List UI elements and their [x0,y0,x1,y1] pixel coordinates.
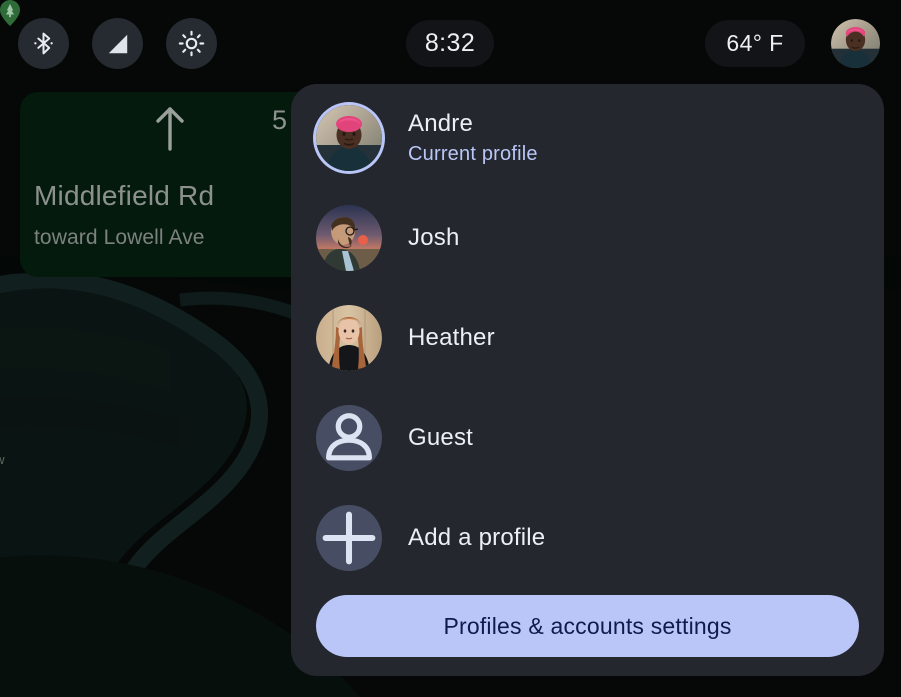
avatar-josh [316,205,382,271]
avatar-andre [316,105,382,171]
profile-text-heather: Heather [408,323,495,353]
brightness-icon [178,30,205,57]
profile-text-josh: Josh [408,223,460,253]
profile-name: Josh [408,224,460,251]
person-icon [326,413,372,461]
profile-text-guest: Guest [408,423,473,453]
temperature[interactable]: 64° F [705,20,805,67]
profile-name: Add a profile [408,524,546,551]
avatar-add-profile [316,505,382,571]
plus-icon [322,511,376,565]
profile-text-andre: Andre Current profile [408,109,538,167]
clock[interactable]: 8:32 [406,20,494,67]
profiles-accounts-settings-button[interactable]: Profiles & accounts settings [316,595,859,657]
navigation-distance: 5 [272,105,288,135]
map-pin-label: View [0,452,5,467]
profile-row-guest[interactable]: Guest [316,405,861,471]
profile-row-heather[interactable]: Heather [316,305,861,371]
profile-switcher-panel: Andre Current profile Josh Heather Guest… [291,84,884,676]
profile-row-andre[interactable]: Andre Current profile [316,105,861,171]
car-infotainment-screen: View 5 Middlefield Rd toward Lowell Ave [0,0,901,697]
profile-row-add-profile[interactable]: Add a profile [316,505,861,571]
profile-name: Guest [408,424,474,451]
status-bar: 8:32 64° F [0,0,901,86]
profile-name: Heather [408,324,495,351]
user-avatar-button[interactable] [831,19,880,68]
bluetooth-button[interactable] [18,18,69,69]
signal-strength-button[interactable] [92,18,143,69]
bluetooth-icon [34,32,53,55]
avatar-heather [316,305,382,371]
profile-subtitle: Current profile [408,143,538,165]
brightness-button[interactable] [166,18,217,69]
profile-row-josh[interactable]: Josh [316,205,861,271]
profile-name: Andre [408,110,474,137]
navigation-street: Middlefield Rd [34,180,215,211]
avatar-guest [316,405,382,471]
profile-text-add-profile: Add a profile [408,523,545,553]
signal-strength-icon [108,34,127,53]
navigation-toward: toward Lowell Ave [34,226,205,249]
avatar [831,19,880,68]
arrow-up-icon [156,107,184,151]
